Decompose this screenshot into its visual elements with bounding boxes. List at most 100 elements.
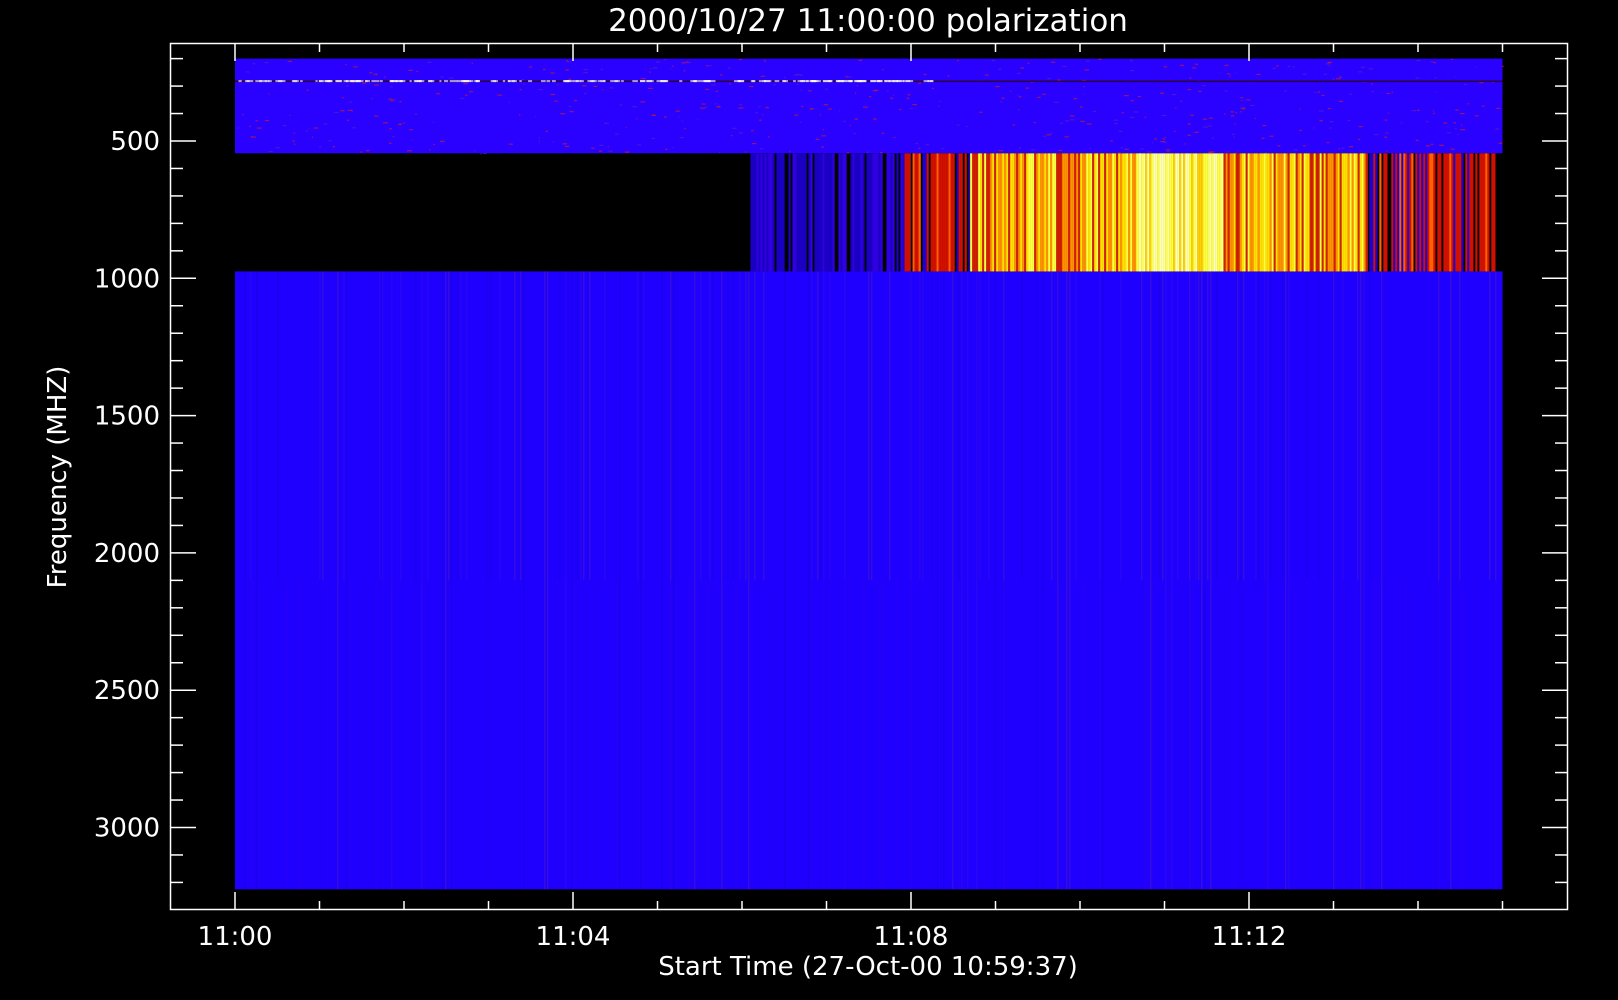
- band-line-speckle: [828, 80, 833, 83]
- activity-stripe: [900, 153, 903, 272]
- speckle: [679, 136, 685, 139]
- speckle: [799, 121, 802, 123]
- band-line-speckle: [371, 80, 377, 83]
- speckle: [538, 140, 541, 142]
- speckle: [1461, 124, 1463, 126]
- speckle: [1371, 83, 1374, 85]
- speckle: [562, 143, 568, 145]
- speckle: [508, 143, 513, 145]
- speckle: [739, 104, 743, 106]
- activity-stripe: [1339, 153, 1342, 272]
- activity-stripe: [1126, 153, 1129, 272]
- activity-stripe: [938, 153, 941, 272]
- noise-stripe: [961, 271, 963, 890]
- activity-stripe: [872, 153, 875, 272]
- speckle: [956, 124, 960, 126]
- activity-stripe: [1353, 153, 1356, 272]
- noise-stripe: [850, 580, 852, 890]
- speckle: [1235, 112, 1238, 114]
- activity-stripe: [1407, 153, 1410, 272]
- speckle: [686, 62, 691, 64]
- speckle: [1328, 62, 1331, 64]
- speckle: [1318, 110, 1324, 112]
- speckle: [1234, 123, 1236, 125]
- speckle: [910, 107, 913, 110]
- noise-stripe: [1102, 271, 1104, 890]
- activity-stripe: [840, 153, 843, 272]
- speckle: [1164, 136, 1167, 139]
- noise-stripe: [1264, 271, 1266, 581]
- activity-stripe: [758, 153, 761, 272]
- activity-stripe: [1130, 153, 1133, 272]
- speckle: [1018, 147, 1022, 149]
- activity-stripe: [904, 153, 907, 272]
- activity-stripe: [1233, 153, 1236, 272]
- speckle: [1187, 123, 1191, 125]
- noise-stripe: [616, 580, 618, 890]
- activity-stripe: [1261, 153, 1264, 272]
- band-line-speckle: [346, 80, 354, 83]
- activity-stripe: [1106, 153, 1109, 272]
- speckle: [882, 69, 884, 71]
- activity-stripe: [1124, 153, 1127, 272]
- activity-stripe: [1177, 153, 1180, 272]
- activity-stripe: [956, 153, 959, 272]
- activity-stripe: [850, 153, 853, 272]
- speckle: [664, 116, 667, 118]
- speckle: [1117, 151, 1121, 154]
- noise-stripe: [661, 271, 663, 890]
- activity-stripe: [1159, 153, 1162, 272]
- activity-stripe: [856, 153, 859, 272]
- activity-stripe: [942, 153, 945, 272]
- speckle: [744, 151, 747, 153]
- band-line-speckle: [409, 80, 412, 83]
- speckle: [609, 87, 614, 89]
- noise-stripe: [1318, 271, 1320, 581]
- activity-stripe: [1253, 153, 1256, 272]
- speckle: [1190, 134, 1192, 136]
- speckle: [1065, 120, 1069, 122]
- band-line-speckle: [592, 80, 597, 83]
- noise-stripe: [673, 271, 675, 890]
- activity-stripe: [1006, 153, 1009, 272]
- noise-stripe: [577, 580, 579, 890]
- speckle: [810, 108, 815, 110]
- activity-stripe: [886, 153, 889, 272]
- speckle: [918, 82, 922, 84]
- noise-stripe: [1240, 580, 1242, 890]
- band-line-speckle: [443, 80, 449, 83]
- activity-stripe: [854, 153, 857, 272]
- speckle: [678, 116, 680, 118]
- speckle: [529, 66, 533, 68]
- noise-stripe: [1444, 580, 1446, 890]
- speckle: [1425, 145, 1431, 147]
- speckle: [720, 74, 723, 76]
- activity-stripe: [1305, 153, 1308, 272]
- noise-stripe: [1462, 580, 1464, 890]
- band-line-speckle: [597, 80, 602, 83]
- activity-stripe: [940, 153, 943, 272]
- noise-stripe: [676, 580, 678, 890]
- band-line-speckle: [546, 80, 551, 83]
- activity-stripe: [946, 153, 949, 272]
- speckle: [1348, 146, 1354, 148]
- noise-stripe: [1066, 271, 1068, 890]
- speckle: [760, 75, 766, 77]
- noise-stripe: [1051, 271, 1053, 581]
- speckle: [252, 63, 256, 65]
- speckle: [738, 107, 744, 109]
- noise-stripe: [520, 271, 522, 581]
- activity-stripe: [794, 153, 797, 272]
- band-line-speckle: [355, 80, 364, 83]
- speckle: [399, 101, 402, 103]
- band-line-speckle: [762, 80, 771, 83]
- noise-stripe: [442, 271, 444, 890]
- speckle: [584, 92, 587, 94]
- activity-stripe: [1321, 153, 1324, 272]
- band-line-speckle: [679, 80, 683, 83]
- noise-stripe: [379, 271, 381, 581]
- activity-stripe: [1134, 153, 1137, 272]
- noise-stripe: [1342, 580, 1344, 890]
- speckle: [717, 106, 721, 108]
- activity-stripe: [974, 153, 977, 272]
